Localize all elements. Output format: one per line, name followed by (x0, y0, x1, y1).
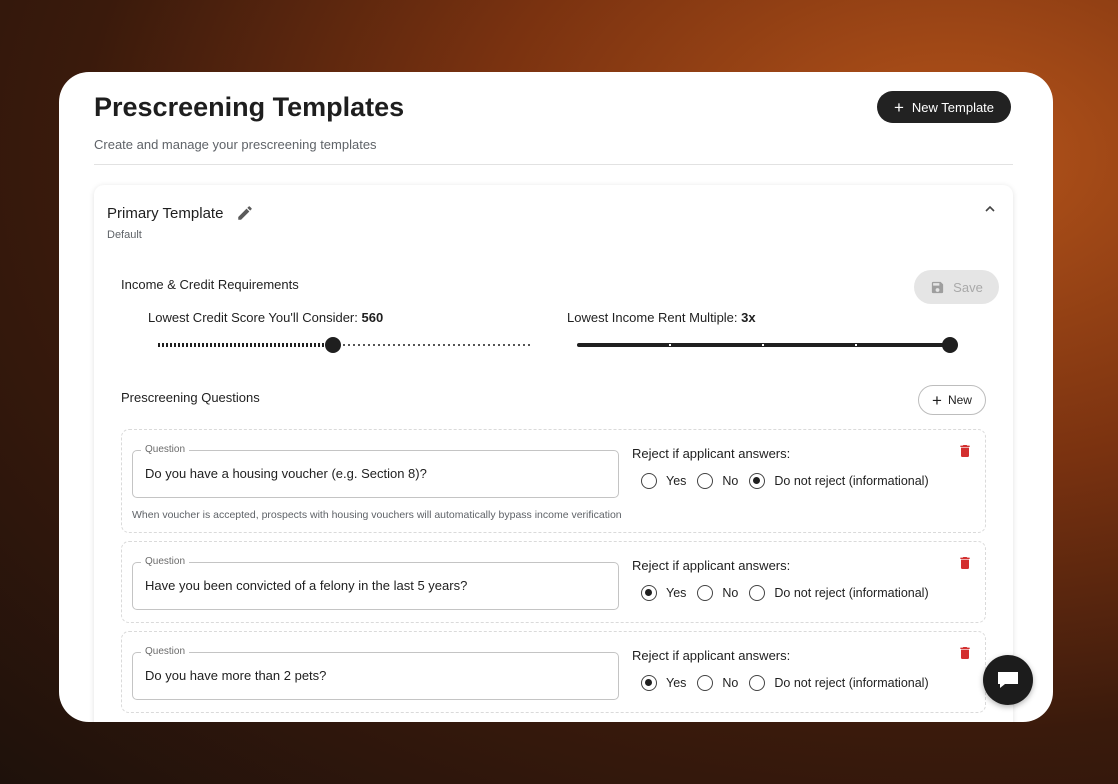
chevron-up-icon[interactable] (982, 201, 998, 217)
reject-option[interactable]: Do not reject (informational) (749, 473, 929, 489)
reject-option[interactable]: Do not reject (informational) (749, 585, 929, 601)
credit-score-label: Lowest Credit Score You'll Consider: 560 (148, 310, 383, 325)
save-label: Save (953, 279, 983, 295)
chat-button[interactable] (983, 655, 1033, 705)
radio-label: Do not reject (informational) (774, 676, 929, 690)
radio-button[interactable] (697, 675, 714, 691)
question-helper-text: When voucher is accepted, prospects with… (132, 509, 622, 521)
page-subtitle: Create and manage your prescreening temp… (94, 137, 377, 152)
question-field[interactable]: Question Do you have a housing voucher (… (132, 444, 619, 498)
trash-icon[interactable] (957, 554, 973, 572)
question-text: Do you have a housing voucher (e.g. Sect… (145, 466, 427, 481)
new-question-label: New (947, 393, 972, 407)
radio-label: Yes (666, 474, 687, 488)
radio-label: Do not reject (informational) (774, 474, 929, 488)
income-multiple-text: Lowest Income Rent Multiple: (567, 310, 738, 325)
credit-slider-thumb[interactable] (325, 337, 341, 353)
radio-label: No (722, 474, 739, 488)
new-template-button[interactable]: + New Template (877, 91, 1011, 123)
reject-option[interactable]: No (697, 473, 738, 489)
question-card: Question Do you have a housing voucher (… (121, 429, 986, 533)
radio-button[interactable] (749, 585, 766, 601)
credit-score-text: Lowest Credit Score You'll Consider: (148, 310, 358, 325)
reject-option[interactable]: No (697, 585, 738, 601)
plus-icon: + (893, 97, 904, 117)
template-name: Primary Template (107, 205, 224, 222)
reject-option[interactable]: No (697, 675, 738, 691)
income-section-title: Income & Credit Requirements (121, 277, 299, 292)
edit-pencil-icon[interactable] (236, 204, 254, 222)
income-slider-tick (762, 344, 764, 346)
trash-icon[interactable] (957, 644, 973, 662)
radio-label: No (722, 676, 739, 690)
income-slider-tick (855, 344, 857, 346)
radio-button[interactable] (641, 675, 657, 691)
page-title: Prescreening Templates (94, 92, 405, 122)
reject-option[interactable]: Do not reject (informational) (749, 675, 929, 691)
radio-label: Yes (666, 586, 687, 600)
reject-options: Yes No Do not reject (informational) (641, 585, 940, 601)
radio-button[interactable] (697, 585, 714, 601)
save-button[interactable]: Save (914, 270, 999, 304)
question-field[interactable]: Question Have you been convicted of a fe… (132, 556, 619, 610)
reject-label: Reject if applicant answers: (632, 446, 791, 461)
template-status: Default (107, 229, 142, 241)
income-multiple-value: 3x (741, 310, 756, 325)
question-legend: Question (141, 444, 190, 455)
reject-label: Reject if applicant answers: (632, 648, 791, 663)
question-text: Do you have more than 2 pets? (145, 668, 327, 683)
question-field[interactable]: Question Do you have more than 2 pets? (132, 646, 619, 700)
question-legend: Question (141, 556, 190, 567)
header-divider (94, 164, 1013, 165)
radio-button[interactable] (641, 473, 657, 489)
income-slider-tick (669, 344, 671, 346)
reject-label: Reject if applicant answers: (632, 558, 791, 573)
radio-button[interactable] (697, 473, 714, 489)
question-card: Question Have you been convicted of a fe… (121, 541, 986, 623)
income-multiple-slider[interactable] (577, 336, 958, 356)
new-question-button[interactable]: + New (918, 385, 986, 415)
reject-options: Yes No Do not reject (informational) (641, 473, 940, 489)
templates-card: Prescreening Templates Create and manage… (59, 72, 1053, 722)
reject-options: Yes No Do not reject (informational) (641, 675, 940, 691)
reject-option[interactable]: Yes (641, 585, 686, 601)
radio-label: No (722, 586, 739, 600)
reject-option[interactable]: Yes (641, 675, 686, 691)
credit-score-value: 560 (361, 310, 384, 325)
save-icon (932, 281, 944, 293)
radio-label: Do not reject (informational) (774, 586, 929, 600)
reject-option[interactable]: Yes (641, 473, 686, 489)
income-slider-thumb[interactable] (942, 337, 958, 353)
radio-button[interactable] (749, 675, 766, 691)
credit-score-slider[interactable] (158, 336, 531, 356)
trash-icon[interactable] (957, 442, 973, 460)
radio-label: Yes (666, 676, 687, 690)
questions-section-title: Prescreening Questions (121, 390, 260, 405)
income-multiple-label: Lowest Income Rent Multiple: 3x (567, 310, 756, 325)
question-text: Have you been convicted of a felony in t… (145, 578, 468, 593)
plus-icon: + (932, 390, 942, 410)
radio-button[interactable] (749, 473, 766, 489)
question-card: Question Do you have more than 2 pets? R… (121, 631, 986, 713)
chat-bubble-icon (998, 672, 1018, 688)
radio-button[interactable] (641, 585, 657, 601)
credit-slider-fill (158, 343, 333, 347)
question-legend: Question (141, 646, 190, 657)
new-template-label: New Template (911, 99, 995, 115)
template-panel: Primary Template Default Income & Credit… (94, 185, 1013, 722)
